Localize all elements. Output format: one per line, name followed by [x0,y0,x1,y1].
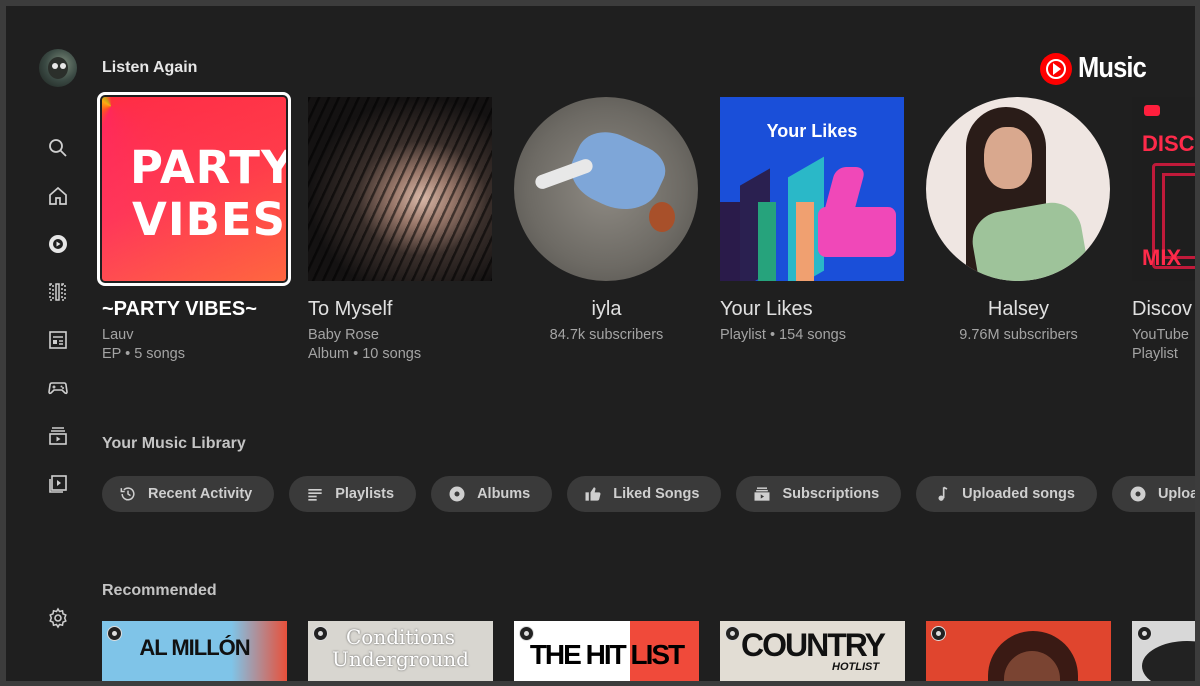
chip-liked-songs[interactable]: Liked Songs [567,476,722,512]
card-title: Halsey [987,298,1050,320]
artist-photo [926,97,1110,281]
section-title-listen-again: Listen Again [102,59,198,76]
chip-label: Playlists [335,486,395,502]
chip-label: Uploaded [1157,486,1195,502]
album-icon [1128,484,1148,504]
music-disc-icon[interactable] [46,232,70,256]
card-subtitle: 9.76M subscribers [959,327,1078,343]
card-subtitle: Album • 10 songs [308,346,422,362]
card-halsey[interactable]: Halsey 9.76M subscribers [926,97,1111,345]
playlist-badge-icon [1137,626,1152,641]
chip-uploaded-songs[interactable]: Uploaded songs [916,476,1097,512]
youtube-music-logo[interactable]: Music [1040,52,1155,85]
section-title-library: Your Music Library [102,435,246,452]
tile-text: COUNTRY [740,627,886,663]
playlist-art-text: MIX [1142,245,1182,270]
playlist-icon [305,484,325,504]
card-your-likes[interactable]: Your Likes Your Likes Playlist • 154 son… [720,97,905,345]
recommended-tile[interactable]: Conditions Underground [308,621,493,681]
section-title-recommended: Recommended [102,582,217,599]
tile-text: Conditions [345,625,456,649]
card-title: ~PARTY VIBES~ [102,298,257,320]
card-title: To Myself [308,298,393,320]
app-screen: Music Listen Again PARTY VIBES ~PARTY VI… [6,6,1195,681]
card-title: Discov [1132,298,1193,320]
chip-uploaded[interactable]: Uploaded [1111,476,1195,512]
chip-label: Recent Activity [148,486,253,502]
album-art [308,97,492,281]
chip-subscriptions[interactable]: Subscriptions [736,476,902,512]
search-icon[interactable] [46,136,70,160]
subscriptions-icon[interactable] [46,424,70,448]
chip-label: Subscriptions [782,486,880,502]
recommended-tile[interactable]: COUNTRY HOTLIST [720,621,905,681]
music-note-icon [932,484,952,504]
card-subtitle: Lauv [102,327,134,343]
recommended-tile[interactable]: THE HIT LIST [514,621,699,681]
card-subtitle: EP • 5 songs [102,346,185,362]
playlist-art: DISCO MIX [1132,97,1195,281]
card-party-vibes[interactable]: PARTY VIBES ~PARTY VIBES~ Lauv EP • 5 so… [97,92,291,364]
album-art-text: VIBES [132,193,286,246]
recommended-tile[interactable]: AL MILLÓN [102,621,287,681]
library-icon[interactable] [46,280,70,304]
card-discover-mix[interactable]: DISCO MIX Discov YouTube Playlist [1132,97,1195,364]
card-to-myself[interactable]: To Myself Baby Rose Album • 10 songs [308,97,493,364]
chip-albums[interactable]: Albums [431,476,553,512]
album-icon [447,484,467,504]
card-title: iyla [591,298,622,320]
card-subtitle: Baby Rose [308,327,379,343]
subscriptions-icon [752,484,772,504]
card-subtitle: Playlist [1132,346,1178,362]
thumbs-up-icon [583,484,603,504]
tile-text: HOTLIST [832,661,880,673]
recommended-tile[interactable] [1132,621,1195,681]
tile-text: Underground [332,647,469,671]
history-icon [118,484,138,504]
chip-playlists[interactable]: Playlists [289,476,417,512]
avatar-eye [52,63,58,69]
tile-text: THE HIT LIST [529,639,685,670]
recommended-tile[interactable] [926,621,1111,681]
avatar-eye [60,63,66,69]
youtube-music-logo-icon [1040,52,1072,85]
playlist-badge-icon [931,626,946,641]
album-art: PARTY VIBES [97,92,291,286]
library-chips: Recent Activity Playlists Albums Liked S… [102,476,1195,512]
news-icon[interactable] [46,328,70,352]
home-icon[interactable] [46,184,70,208]
card-subtitle: Playlist • 154 songs [720,327,846,343]
card-subtitle: YouTube [1132,327,1189,343]
chip-recent-activity[interactable]: Recent Activity [102,476,275,512]
card-title: Your Likes [720,298,813,320]
playlist-art: Your Likes [720,97,904,281]
album-art-text: PARTY [130,141,286,194]
gamepad-icon[interactable] [46,376,70,400]
chip-label: Albums [477,486,531,502]
artist-photo [514,97,698,281]
tile-text: AL MILLÓN [139,635,250,660]
chip-label: Liked Songs [613,486,700,502]
card-iyla[interactable]: iyla 84.7k subscribers [514,97,699,345]
playlist-art-text: Your Likes [766,121,858,141]
card-subtitle: 84.7k subscribers [549,327,664,343]
playlist-art-text: DISCO [1142,131,1195,156]
avatar[interactable] [39,49,77,87]
logo-text: Music [1078,52,1147,84]
chip-label: Uploaded songs [962,486,1075,502]
gear-icon[interactable] [46,606,70,630]
play-box-icon[interactable] [46,472,70,496]
